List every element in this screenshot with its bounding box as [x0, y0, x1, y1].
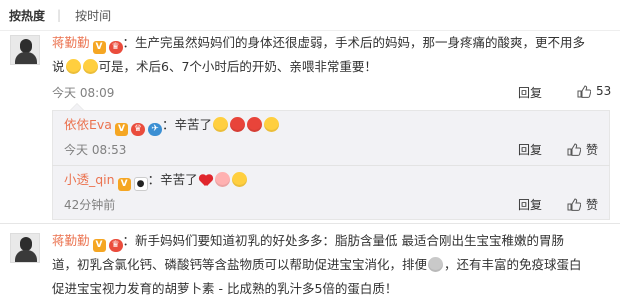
reply-text: ：辛苦了 — [161, 117, 212, 132]
kiss-emoji-icon — [246, 117, 262, 132]
like-label: 赞 — [586, 143, 599, 157]
reply-time: 今天 08:53 — [64, 143, 127, 157]
comment-text: 蒋勤勤 V ♛ ：新手妈妈们要知道初乳的好处多多：脂肪含量低 最适合刚出生宝宝稚嫩的胃… — [52, 229, 612, 301]
heart-emoji-icon — [199, 175, 213, 187]
thumbs-up-icon — [567, 143, 581, 156]
member-crown-icon: ♛ — [108, 41, 123, 54]
poop-emoji-icon — [428, 257, 444, 272]
level-badge-icon: ✈ — [147, 123, 162, 136]
panda-badge-icon: ● — [133, 177, 148, 191]
like-button[interactable]: 赞 — [567, 196, 598, 213]
sort-bar: 按热度 | 按时间 — [0, 0, 620, 31]
comment-body-line2: 道，初乳含氯化钙、磷酸钙等含盐物质可以帮助促进宝宝消化，排便 — [52, 257, 428, 272]
comment-body-line2b: 可是，术后6、7个小时后的开奶、亲喂非常重要！ — [98, 59, 377, 74]
comment-body-line1: ：新手妈妈们要知道初乳的好处多多：脂肪含量低 最适合刚出生宝宝稚嫩的胃肠 — [122, 233, 564, 248]
sort-by-hot-tab[interactable]: 按热度 — [9, 7, 45, 24]
comment-body-line2a: 说 — [52, 59, 65, 74]
cry-emoji-icon — [212, 117, 228, 132]
sort-by-time-tab[interactable]: 按时间 — [75, 7, 111, 24]
reply-button[interactable]: 回复 — [518, 196, 542, 213]
thumbs-up-icon — [567, 198, 581, 211]
verified-v-icon: V — [117, 178, 131, 191]
comment-text: 蒋勤勤 V ♛ ：生产完虽然妈妈们的身体还很虚弱，手术后的妈妈，那一身疼痛的酸爽，更不… — [52, 31, 612, 79]
smile-emoji-icon — [231, 172, 247, 187]
like-label: 赞 — [586, 198, 599, 212]
sort-divider: | — [57, 8, 62, 22]
avatar[interactable] — [10, 35, 40, 65]
laugh-emoji-icon — [65, 59, 81, 74]
reply-item: 小透_qin V ● ：辛苦了 — [64, 168, 248, 192]
reply-text: ：辛苦了 — [147, 172, 198, 187]
laugh-emoji-icon — [82, 59, 98, 74]
reply-button[interactable]: 回复 — [518, 141, 542, 158]
comment-username[interactable]: 蒋勤勤 — [52, 233, 90, 248]
comment-time: 今天 08:09 — [52, 86, 115, 100]
like-button[interactable]: 53 — [577, 84, 611, 98]
comment-body-line2b: ，还有丰富的免疫球蛋白 — [444, 257, 582, 272]
kiss-emoji-icon — [229, 117, 245, 132]
comment-divider — [0, 223, 620, 224]
comment-username[interactable]: 蒋勤勤 — [52, 35, 90, 50]
reply-username[interactable]: 小透_qin — [64, 172, 115, 187]
avatar[interactable] — [10, 233, 40, 263]
verified-v-icon: V — [92, 41, 106, 54]
reply-divider — [52, 165, 610, 166]
comment-body-line3: 促进宝宝视力发育的胡萝卜素 - 比成熟的乳汁多5倍的蛋白质！ — [52, 281, 398, 296]
reply-username[interactable]: 依依Eva — [64, 117, 112, 132]
reply-item: 依依Eva V ♛ ✈ ：辛苦了 — [64, 113, 280, 137]
kiss-emoji-icon — [263, 117, 279, 132]
verified-v-icon: V — [92, 239, 106, 252]
like-count: 53 — [596, 84, 612, 98]
member-crown-icon: ♛ — [108, 239, 123, 252]
pig-emoji-icon — [214, 172, 230, 187]
member-crown-icon: ♛ — [130, 123, 145, 136]
verified-v-icon: V — [114, 123, 128, 136]
like-button[interactable]: 赞 — [567, 141, 598, 158]
comment-section: 按热度 | 按时间 蒋勤勤 V ♛ ：生产完虽然妈妈们的身体还很虚弱，手术后的妈妈，那… — [0, 0, 620, 307]
reply-time: 42分钟前 — [64, 198, 116, 212]
thumbs-up-icon — [577, 84, 591, 98]
reply-button[interactable]: 回复 — [518, 84, 542, 101]
comment-body-line1: ：生产完虽然妈妈们的身体还很虚弱，手术后的妈妈，那一身疼痛的酸爽，更不用多 — [122, 35, 586, 50]
